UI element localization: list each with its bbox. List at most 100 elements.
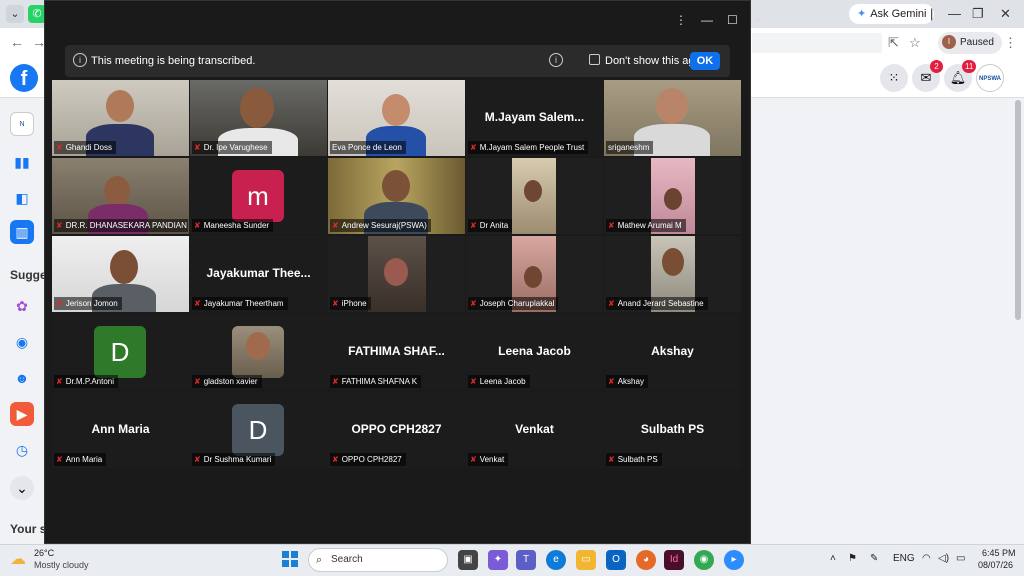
participant-name-label: ✘ Dr Sushma Kumari <box>192 453 276 466</box>
weather-temperature[interactable]: 26°C <box>34 548 54 558</box>
participant-head <box>384 258 408 286</box>
participant-tile-active-speaker[interactable]: sriganeshm <box>604 80 741 156</box>
muted-mic-icon: ✘ <box>470 455 477 464</box>
participant-name-label: ✘ Sulbath PS <box>606 453 662 466</box>
participant-tile[interactable]: ✘ DR.R. DHANASEKARA PANDIAN <box>52 158 189 234</box>
participant-tile[interactable]: ✘ Jerison Jomon <box>52 236 189 312</box>
participant-display-name: Akshay <box>651 344 694 358</box>
participant-tile[interactable]: ✘ gladston xavier <box>190 314 327 390</box>
wifi-icon[interactable]: ◠ <box>922 553 931 564</box>
participant-tile[interactable]: M.Jayam Salem... ✘ M.Jayam Salem People T… <box>466 80 603 156</box>
restore-icon[interactable]: ❐ <box>972 6 984 22</box>
your-shortcuts-label: Your s <box>10 522 47 536</box>
facebook-logo[interactable]: f <box>10 64 38 92</box>
account-avatar[interactable]: NPSWA <box>976 64 1004 92</box>
teams-icon[interactable]: T <box>516 550 536 570</box>
participant-tile[interactable]: Leena Jacob ✘ Leena Jacob <box>466 314 603 390</box>
show-hidden-icons-chevron-icon[interactable]: ˄ <box>830 553 836 564</box>
ask-gemini-button[interactable]: ✦ Ask Gemini <box>849 4 935 24</box>
participant-name-label: ✘ Mathew Arumai M <box>606 219 686 232</box>
memories-clock-icon[interactable]: ◷ <box>10 438 34 462</box>
meeting-maximize-icon[interactable]: ☐ <box>727 13 738 27</box>
megaphone-icon[interactable]: ◧ <box>10 186 34 210</box>
participant-tile[interactable]: Ann Maria ✘ Ann Maria <box>52 392 189 468</box>
language-indicator[interactable]: ENG <box>893 553 915 564</box>
close-window-icon[interactable]: ✕ <box>1000 6 1011 22</box>
reels-icon[interactable]: ▶ <box>10 402 34 426</box>
flower-icon[interactable]: ✿ <box>10 294 34 318</box>
participant-avatar: D <box>94 326 146 378</box>
back-arrow-icon[interactable]: ← <box>10 34 24 50</box>
bookmark-star-icon[interactable]: ☆ <box>909 35 921 51</box>
transcription-banner: i This meeting is being transcribed. i D… <box>65 45 730 77</box>
participant-tile[interactable]: OPPO CPH2827 ✘ OPPO CPH2827 <box>328 392 465 468</box>
ok-button[interactable]: OK <box>690 52 720 70</box>
clock-date[interactable]: 08/07/26 <box>978 560 1013 570</box>
page-scrollbar[interactable] <box>1015 100 1021 320</box>
participant-tile[interactable]: ✘ Anand Jerard Sebastine <box>604 236 741 312</box>
participant-tile[interactable]: ✘ iPhone <box>328 236 465 312</box>
meeting-minimize-icon[interactable]: — <box>701 13 713 27</box>
participant-tile[interactable]: Akshay ✘ Akshay <box>604 314 741 390</box>
clock-time[interactable]: 6:45 PM <box>982 548 1016 558</box>
participant-tile[interactable]: D ✘ Dr Sushma Kumari <box>190 392 327 468</box>
participant-tile[interactable]: m ✘ Maneesha Sunder <box>190 158 327 234</box>
participant-tile[interactable]: ✘ Joseph Charuplakkal <box>466 236 603 312</box>
copilot-icon[interactable]: ✦ <box>488 550 508 570</box>
windows-start-icon[interactable] <box>282 551 298 567</box>
participant-head <box>662 248 684 276</box>
indesign-icon[interactable]: Id <box>664 550 684 570</box>
transcription-info-icon[interactable]: i <box>549 53 563 67</box>
participant-tile[interactable]: ✘ Dr Anita <box>466 158 603 234</box>
participant-head <box>664 188 682 210</box>
tray-pen-icon[interactable]: ✎ <box>870 553 878 564</box>
participant-name-label: ✘ Jerison Jomon <box>54 297 122 310</box>
address-bar[interactable] <box>752 33 882 53</box>
install-app-icon[interactable]: ⇱ <box>888 35 899 51</box>
meeting-menu-icon[interactable]: ⋮ <box>675 13 687 27</box>
muted-mic-icon: ✘ <box>470 143 477 152</box>
firefox-icon[interactable]: ◕ <box>636 550 656 570</box>
menu-grid-icon[interactable]: ⁙ <box>880 64 908 92</box>
bar-chart-icon[interactable]: ▮▮ <box>10 150 34 174</box>
muted-mic-icon: ✘ <box>194 221 201 230</box>
muted-mic-icon: ✘ <box>56 221 63 230</box>
profile-paused-button[interactable]: I Paused <box>938 32 1002 54</box>
groups-icon[interactable]: ☻ <box>10 366 34 390</box>
notification-bell-shortcut-icon[interactable]: ◉ <box>10 330 34 354</box>
taskbar-search-box[interactable]: ⌕ Search <box>308 548 448 572</box>
file-explorer-icon[interactable]: ▭ <box>576 550 596 570</box>
participant-tile[interactable]: Venkat ✘ Venkat <box>466 392 603 468</box>
tab-search-chevron-icon[interactable]: ⌄ <box>6 5 24 23</box>
weather-description[interactable]: Mostly cloudy <box>34 560 89 570</box>
meeting-close-icon[interactable]: ✕ <box>753 13 763 27</box>
task-view-icon[interactable]: ▣ <box>458 550 478 570</box>
chrome-icon[interactable]: ◉ <box>694 550 714 570</box>
chrome-menu-icon[interactable]: ⋮ <box>1004 35 1017 51</box>
participant-tile[interactable]: ✘ Andrew Sesuraj(PSWA) <box>328 158 465 234</box>
analytics-icon[interactable]: ▥ <box>10 220 34 244</box>
separator-icon: | <box>930 6 934 21</box>
zoom-icon[interactable]: ▸ <box>724 550 744 570</box>
participant-tile[interactable]: Jayakumar Thee... ✘ Jayakumar Theertham <box>190 236 327 312</box>
participant-tile[interactable]: ✘ Mathew Arumai M <box>604 158 741 234</box>
muted-mic-icon: ✘ <box>56 143 63 152</box>
battery-icon[interactable]: ▭ <box>956 553 965 564</box>
participant-tile[interactable]: D ✘ Dr.M.P.Antoni <box>52 314 189 390</box>
participant-tile[interactable]: Eva Ponce de Leon <box>328 80 465 156</box>
participant-tile[interactable]: ✘ Dr. Ipe Varughese <box>190 80 327 156</box>
npswa-page-icon[interactable]: N <box>10 112 34 136</box>
participant-head <box>104 176 130 206</box>
outlook-icon[interactable]: O <box>606 550 626 570</box>
dont-show-checkbox[interactable] <box>589 54 600 65</box>
participant-tile[interactable]: ✘ Ghandi Doss <box>52 80 189 156</box>
edge-icon[interactable]: e <box>546 550 566 570</box>
see-more-chevron-icon[interactable]: ⌄ <box>10 476 34 500</box>
muted-mic-icon: ✘ <box>608 377 615 386</box>
participant-tile[interactable]: Sulbath PS ✘ Sulbath PS <box>604 392 741 468</box>
weather-cloud-icon[interactable]: ☁ <box>10 549 26 569</box>
minimize-icon[interactable]: — <box>948 6 961 21</box>
participant-tile[interactable]: FATHIMA SHAF... ✘ FATHIMA SHAFNA K <box>328 314 465 390</box>
volume-icon[interactable]: ◁) <box>938 553 949 564</box>
tray-app-icon[interactable]: ⚑ <box>848 553 857 564</box>
